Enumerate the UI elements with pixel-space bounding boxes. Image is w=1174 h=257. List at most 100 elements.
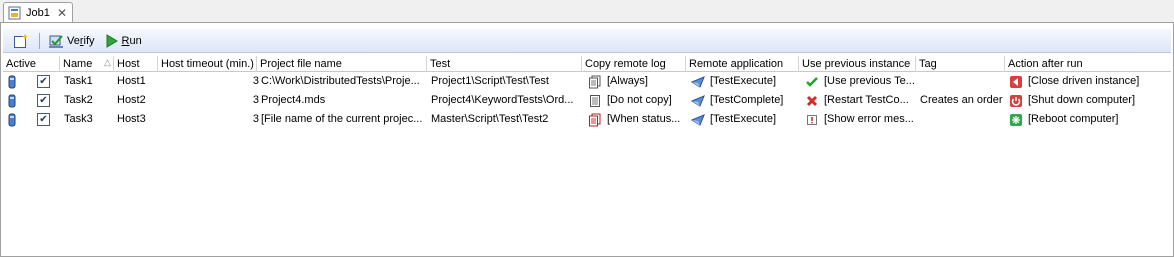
- task-copy-remote-log[interactable]: [Always]: [588, 72, 686, 91]
- active-checkbox[interactable]: ✔: [37, 72, 51, 91]
- task-remote-application[interactable]: [TestComplete]: [691, 91, 799, 110]
- task-timeout-text: 3: [252, 113, 259, 125]
- col-header-project-file[interactable]: Project file name: [257, 56, 427, 72]
- task-use-previous-instance-text: [Restart TestCo...: [824, 94, 909, 106]
- col-header-active[interactable]: Active: [3, 56, 60, 72]
- col-header-tag[interactable]: Tag: [916, 56, 1005, 72]
- run-button[interactable]: Run: [99, 31, 146, 51]
- task-action-after-run[interactable]: [Shut down computer]: [1009, 91, 1171, 110]
- tab-label: Job1: [26, 7, 50, 19]
- task-host[interactable]: Host1: [117, 72, 158, 91]
- task-name-text: Task3: [64, 113, 93, 125]
- task-name[interactable]: Task1: [64, 72, 114, 91]
- testexecute-icon: [691, 75, 705, 88]
- checkbox-check: ✔: [37, 113, 50, 126]
- task-remote-application-text: [TestExecute]: [710, 113, 777, 125]
- task-tag[interactable]: Creates an order: [920, 91, 1005, 110]
- task-status-icon: [5, 110, 19, 129]
- task-timeout-text: 3: [252, 94, 259, 106]
- task-test[interactable]: Project1\Script\Test\Test: [431, 72, 582, 91]
- task-use-previous-instance[interactable]: [Show error mes...: [805, 110, 916, 129]
- task-tag-text: Creates an order: [920, 94, 1003, 106]
- task-copy-remote-log-text: [When status...: [607, 113, 681, 125]
- table-row[interactable]: ✔ Task1 Host1 3 C:\Work\DistributedTests…: [3, 72, 1171, 91]
- tab-strip: Job1 ✕: [0, 0, 1174, 23]
- verify-label: Verify: [67, 34, 95, 47]
- task-host[interactable]: Host2: [117, 91, 158, 110]
- task-name[interactable]: Task2: [64, 91, 114, 110]
- task-name-text: Task1: [64, 75, 93, 87]
- close-instance-icon: [1010, 75, 1022, 88]
- testcomplete-icon: [691, 94, 705, 107]
- task-timeout[interactable]: 3: [158, 110, 262, 129]
- task-timeout-text: 3: [252, 75, 259, 87]
- task-name[interactable]: Task3: [64, 110, 114, 129]
- testexecute-icon: [691, 113, 705, 126]
- grid-header: Active Name △ Host Host timeout (min.) P…: [3, 56, 1171, 72]
- task-use-previous-instance[interactable]: [Restart TestCo...: [805, 91, 916, 110]
- col-header-remote-application[interactable]: Remote application: [686, 56, 799, 72]
- task-host-text: Host1: [117, 75, 146, 87]
- task-action-after-run[interactable]: [Reboot computer]: [1009, 110, 1171, 129]
- new-task-button[interactable]: [9, 31, 33, 51]
- tasks-grid: Active Name △ Host Host timeout (min.) P…: [3, 56, 1171, 129]
- col-header-host[interactable]: Host: [114, 56, 158, 72]
- task-project-file[interactable]: C:\Work\DistributedTests\Proje...: [261, 72, 427, 91]
- task-test[interactable]: Project4\KeywordTests\Ord...: [431, 91, 582, 110]
- task-copy-remote-log-text: [Do not copy]: [607, 94, 672, 106]
- task-remote-application[interactable]: [TestExecute]: [691, 110, 799, 129]
- task-host[interactable]: Host3: [117, 110, 158, 129]
- task-remote-application-text: [TestComplete]: [710, 94, 784, 106]
- task-tag[interactable]: [920, 110, 1005, 129]
- task-host-text: Host2: [117, 94, 146, 106]
- checkmark-icon: [806, 76, 818, 87]
- verify-button[interactable]: Verify: [44, 31, 99, 51]
- task-action-after-run-text: [Reboot computer]: [1028, 113, 1119, 125]
- verify-icon: [49, 34, 63, 48]
- task-use-previous-instance[interactable]: [Use previous Te...: [805, 72, 916, 91]
- error-message-icon: [807, 114, 817, 125]
- task-host-text: Host3: [117, 113, 146, 125]
- checkbox-check: ✔: [37, 75, 50, 88]
- task-status-icon: [5, 91, 19, 110]
- col-header-host-timeout[interactable]: Host timeout (min.): [158, 56, 257, 72]
- task-project-file-text: Project4.mds: [261, 94, 326, 106]
- table-row[interactable]: ✔ Task3 Host3 3 [File name of the curren…: [3, 110, 1171, 129]
- job-panel: Verify Run Active Name △ Host Host timeo…: [0, 22, 1174, 257]
- task-use-previous-instance-text: [Use previous Te...: [824, 75, 915, 87]
- task-project-file-text: C:\Work\DistributedTests\Proje...: [261, 75, 420, 87]
- active-checkbox[interactable]: ✔: [37, 110, 51, 129]
- close-icon[interactable]: ✕: [57, 6, 67, 20]
- task-test-text: Project4\KeywordTests\Ord...: [431, 94, 574, 106]
- active-checkbox[interactable]: ✔: [37, 91, 51, 110]
- log-do-not-copy-icon: [590, 94, 600, 107]
- checkbox-check: ✔: [37, 94, 50, 107]
- col-header-action-after-run[interactable]: Action after run: [1005, 56, 1171, 72]
- sort-ascending-icon: △: [104, 57, 111, 67]
- col-header-copy-remote-log[interactable]: Copy remote log: [582, 56, 686, 72]
- table-row[interactable]: ✔ Task2 Host2 3 Project4.mds Project4\Ke…: [3, 91, 1171, 110]
- task-action-after-run-text: [Shut down computer]: [1028, 94, 1136, 106]
- task-project-file[interactable]: Project4.mds: [261, 91, 427, 110]
- task-copy-remote-log[interactable]: [When status...: [588, 110, 686, 129]
- task-status-icon: [5, 72, 19, 91]
- task-test-text: Master\Script\Test\Test2: [431, 113, 549, 125]
- task-project-file[interactable]: [File name of the current projec...: [261, 110, 427, 129]
- task-copy-remote-log[interactable]: [Do not copy]: [588, 91, 686, 110]
- col-header-use-previous-instance[interactable]: Use previous instance: [799, 56, 916, 72]
- task-project-file-text: [File name of the current projec...: [261, 113, 423, 125]
- task-remote-application-text: [TestExecute]: [710, 75, 777, 87]
- task-use-previous-instance-text: [Show error mes...: [824, 113, 914, 125]
- red-x-icon: [806, 95, 818, 106]
- col-header-test[interactable]: Test: [427, 56, 582, 72]
- tab-job1[interactable]: Job1 ✕: [3, 2, 73, 23]
- task-tag[interactable]: [920, 72, 1005, 91]
- task-test-text: Project1\Script\Test\Test: [431, 75, 549, 87]
- power-icon: [1010, 94, 1022, 107]
- task-remote-application[interactable]: [TestExecute]: [691, 72, 799, 91]
- task-test[interactable]: Master\Script\Test\Test2: [431, 110, 582, 129]
- task-action-after-run-text: [Close driven instance]: [1028, 75, 1140, 87]
- task-timeout[interactable]: 3: [158, 91, 262, 110]
- task-action-after-run[interactable]: [Close driven instance]: [1009, 72, 1171, 91]
- task-timeout[interactable]: 3: [158, 72, 262, 91]
